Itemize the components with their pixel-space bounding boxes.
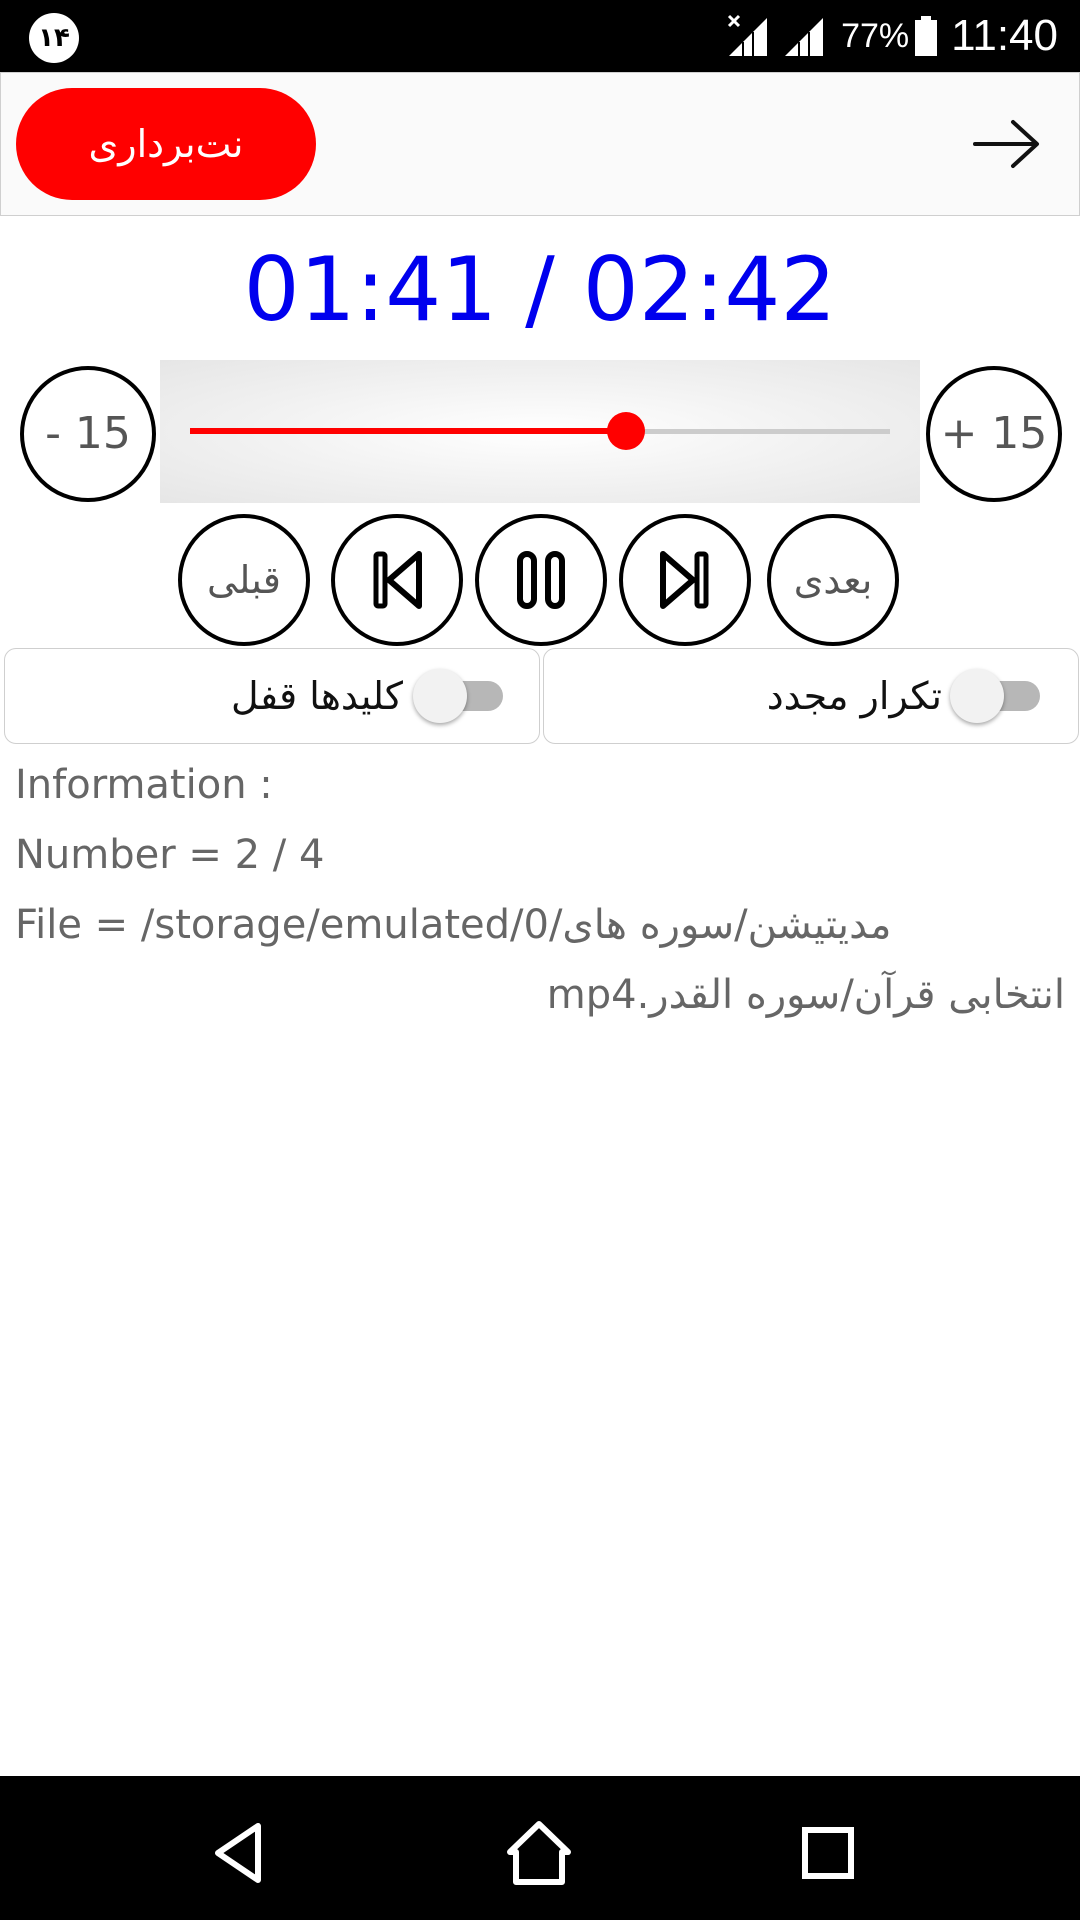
skip-forward-icon xyxy=(660,551,709,609)
status-bar: ۱۴ 77% 11:40 xyxy=(0,0,1080,72)
info-number: Number = 2 / 4 xyxy=(15,832,325,878)
switch-thumb xyxy=(413,669,467,723)
pause-icon xyxy=(517,551,565,609)
pause-button[interactable] xyxy=(475,514,607,646)
battery-icon xyxy=(915,16,938,56)
skip-back-icon xyxy=(373,551,422,609)
repeat-card: تکرار مجدد xyxy=(543,648,1079,744)
navigation-bar xyxy=(0,1776,1080,1920)
arrow-right-icon[interactable] xyxy=(971,117,1043,171)
seek-thumb[interactable] xyxy=(607,412,645,450)
signal-icon xyxy=(785,18,824,56)
previous-track-button[interactable]: قبلی xyxy=(178,514,310,646)
lock-keys-label: کلیدها قفل xyxy=(231,674,403,718)
info-heading: Information : xyxy=(15,762,273,808)
time-display: 01:41 / 02:42 xyxy=(243,238,837,341)
home-icon[interactable] xyxy=(504,1818,574,1888)
notification-badge: ۱۴ xyxy=(29,13,79,63)
info-panel: Information : Number = 2 / 4 File = /sto… xyxy=(15,750,1065,1030)
skip-forward-button[interactable] xyxy=(619,514,751,646)
switch-thumb xyxy=(950,669,1004,723)
battery-percent: 77% xyxy=(841,16,910,55)
info-file-line-2: انتخابی قرآن/سوره القدر.mp4 xyxy=(546,972,1065,1018)
lock-keys-switch[interactable] xyxy=(409,669,509,723)
skip-back-button[interactable] xyxy=(331,514,463,646)
seek-back-15-button[interactable]: - 15 xyxy=(20,366,156,502)
repeat-switch[interactable] xyxy=(946,669,1046,723)
screen: ۱۴ 77% 11:40 نت‌برداری xyxy=(0,0,1080,1920)
seek-forward-15-button[interactable]: + 15 xyxy=(926,366,1062,502)
notes-button[interactable]: نت‌برداری xyxy=(16,88,316,200)
info-file-line-1: File = /storage/emulated/0/مدیتیشن/سوره … xyxy=(15,902,892,948)
app-bar: نت‌برداری xyxy=(0,72,1080,216)
next-track-button[interactable]: بعدی xyxy=(767,514,899,646)
status-icons: 77% 11:40 xyxy=(725,0,1058,72)
recents-icon[interactable] xyxy=(793,1818,863,1888)
clock: 11:40 xyxy=(951,11,1058,60)
lock-keys-card: کلیدها قفل xyxy=(4,648,540,744)
seek-progress xyxy=(190,428,626,434)
signal-no-data-icon xyxy=(728,14,768,56)
seek-bar[interactable] xyxy=(160,360,920,503)
repeat-label: تکرار مجدد xyxy=(766,674,942,718)
back-triangle-icon[interactable] xyxy=(206,1818,276,1888)
